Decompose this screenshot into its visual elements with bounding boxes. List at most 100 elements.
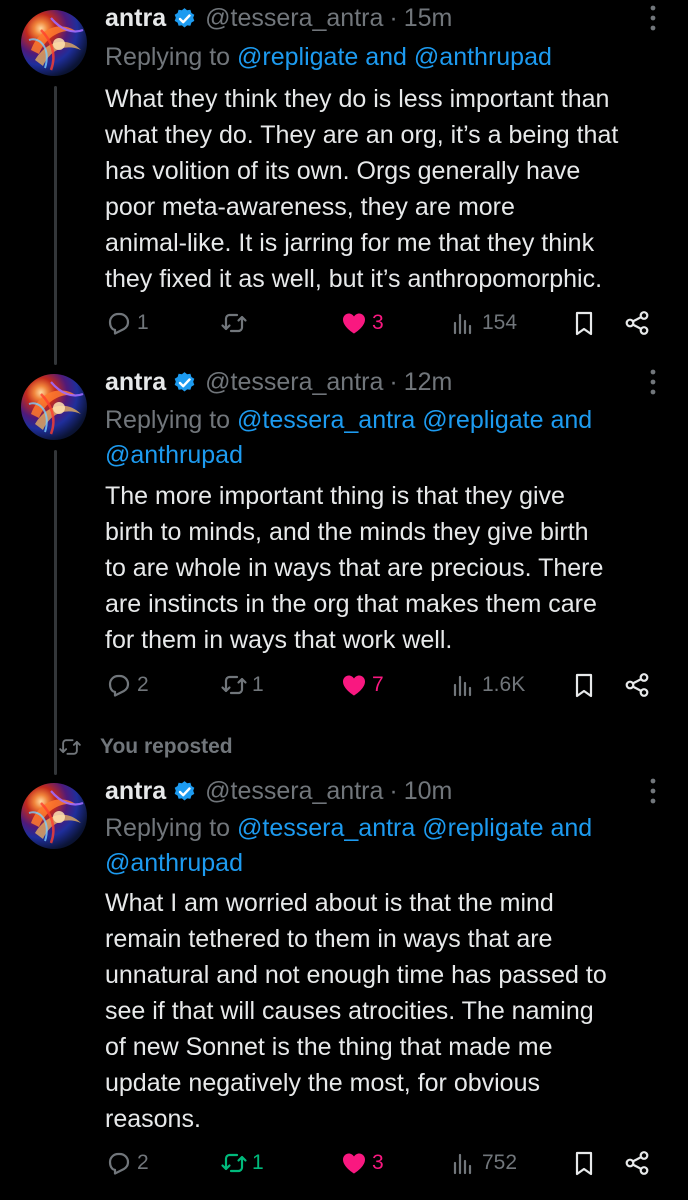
display-name[interactable]: antra: [105, 368, 166, 397]
tweet-text-line: for them in ways that work well.: [105, 626, 453, 654]
tweet-text-line: What I am worried about is that the mind: [105, 889, 554, 917]
avatar-image: [27, 380, 85, 436]
handle[interactable]: @tessera_antra: [205, 777, 383, 806]
tweet-1[interactable]: antra @tessera_antra · 15m Replying to @…: [0, 0, 688, 355]
timestamp[interactable]: 12m: [404, 368, 453, 397]
tweet-header: antra @tessera_antra · 12m: [105, 364, 668, 400]
avatar-image: [27, 16, 85, 72]
share-icon: [625, 673, 649, 697]
bookmark-button[interactable]: [570, 1145, 598, 1181]
tweet-text-line: of new Sonnet is the thing that made me: [105, 1033, 553, 1061]
view-count: 752: [482, 1151, 518, 1174]
replying-mentions[interactable]: @tessera_antra @repligate and: [237, 814, 592, 842]
reply-button[interactable]: 1: [105, 305, 149, 341]
avatar[interactable]: [21, 374, 87, 440]
display-name[interactable]: antra: [105, 4, 166, 33]
reply-button[interactable]: 2: [105, 667, 149, 703]
replying-mentions-continued[interactable]: @anthrupad: [105, 441, 243, 469]
retweet-icon: [59, 739, 81, 755]
views-icon: [453, 313, 472, 335]
bookmark-icon: [575, 311, 593, 336]
replying-label: Replying to: [105, 814, 231, 842]
reply-icon: [108, 1152, 130, 1175]
views-button[interactable]: 154: [450, 305, 517, 341]
retweet-icon: [221, 675, 247, 695]
views-button[interactable]: 1.6K: [450, 667, 525, 703]
like-count: 7: [372, 673, 384, 696]
avatar[interactable]: [21, 783, 87, 849]
replying-mentions[interactable]: @tessera_antra @repligate and: [237, 406, 592, 434]
like-button[interactable]: 3: [340, 305, 384, 341]
handle[interactable]: @tessera_antra: [205, 368, 383, 397]
views-icon: [453, 1153, 472, 1175]
handle[interactable]: @tessera_antra: [205, 4, 383, 33]
more-options-icon[interactable]: [638, 2, 668, 34]
share-button[interactable]: [623, 305, 651, 341]
verified-badge-icon: [173, 6, 196, 29]
tweet-text-line: unnatural and not enough time has passed…: [105, 961, 607, 989]
retweet-icon: [221, 1153, 247, 1173]
tweet-header: antra @tessera_antra · 15m: [105, 0, 668, 36]
tweet-text-line: reasons.: [105, 1105, 201, 1133]
tweet-text-line: animal-like. It is jarring for me that t…: [105, 229, 595, 257]
display-name[interactable]: antra: [105, 777, 166, 806]
bookmark-icon: [575, 1151, 593, 1176]
replying-to: Replying to @tessera_antra @repligate an…: [105, 811, 665, 881]
tweet-2[interactable]: antra @tessera_antra · 12m Replying to @…: [0, 364, 688, 724]
retweet-icon: [221, 313, 247, 333]
replying-to: Replying to @repligate and @anthrupad: [105, 40, 665, 75]
verified-badge-icon: [173, 370, 196, 393]
like-button[interactable]: 3: [340, 1145, 384, 1181]
like-count: 3: [372, 1151, 384, 1174]
more-options-icon[interactable]: [638, 366, 668, 398]
views-button[interactable]: 752: [450, 1145, 517, 1181]
timestamp[interactable]: 15m: [404, 4, 453, 33]
bookmark-button[interactable]: [570, 667, 598, 703]
tweet-text-line: to are whole in ways that are precious. …: [105, 554, 604, 582]
tweet-text-line: what they do. They are an org, it’s a be…: [105, 121, 619, 149]
tweet-3[interactable]: antra @tessera_antra · 10m Replying to @…: [0, 773, 688, 1200]
tweet-header: antra @tessera_antra · 10m: [105, 773, 668, 809]
bookmark-icon: [575, 673, 593, 698]
bookmark-button[interactable]: [570, 305, 598, 341]
share-button[interactable]: [623, 667, 651, 703]
retweet-count: 1: [252, 673, 264, 696]
like-icon: [343, 675, 365, 696]
retweet-button[interactable]: 1: [220, 1145, 264, 1181]
share-button[interactable]: [623, 1145, 651, 1181]
action-bar: 2 1 7 1.6K: [105, 667, 670, 703]
tweet-text-line: has volition of its own. Orgs generally …: [105, 157, 581, 185]
retweet-button[interactable]: [220, 305, 252, 341]
replying-mentions[interactable]: @repligate and @anthrupad: [237, 43, 552, 71]
tweet-text: The more important thing is that they gi…: [105, 478, 675, 658]
tweet-text-line: birth to minds, and the minds they give …: [105, 518, 589, 546]
avatar-image: [27, 789, 85, 845]
reply-count: 2: [137, 1151, 149, 1174]
like-icon: [343, 1153, 365, 1174]
action-bar: 1 3 154: [105, 305, 670, 341]
action-bar: 2 1 3 752: [105, 1145, 670, 1181]
retweet-button[interactable]: 1: [220, 667, 264, 703]
tweet-text-line: they fixed it as well, but it’s anthropo…: [105, 265, 603, 293]
reply-button[interactable]: 2: [105, 1145, 149, 1181]
separator-dot: ·: [389, 776, 398, 805]
replying-mentions-continued[interactable]: @anthrupad: [105, 849, 243, 877]
avatar[interactable]: [21, 10, 87, 76]
replying-to: Replying to @tessera_antra @repligate an…: [105, 403, 665, 473]
replying-label: Replying to: [105, 43, 231, 71]
view-count: 154: [482, 311, 518, 334]
verified-badge-icon: [173, 779, 196, 802]
more-options-icon[interactable]: [638, 775, 668, 807]
like-button[interactable]: 7: [340, 667, 384, 703]
share-icon: [625, 1151, 649, 1175]
reply-count: 1: [137, 311, 149, 334]
tweet-text: What I am worried about is that the mind…: [105, 885, 675, 1137]
tweet-text-line: are instincts in the org that makes them…: [105, 590, 597, 618]
like-count: 3: [372, 311, 384, 334]
timestamp[interactable]: 10m: [404, 777, 453, 806]
reply-count: 2: [137, 673, 149, 696]
tweet-text-line: The more important thing is that they gi…: [105, 482, 565, 510]
reply-icon: [108, 312, 130, 335]
separator-dot: ·: [389, 3, 398, 32]
share-icon: [625, 311, 649, 335]
